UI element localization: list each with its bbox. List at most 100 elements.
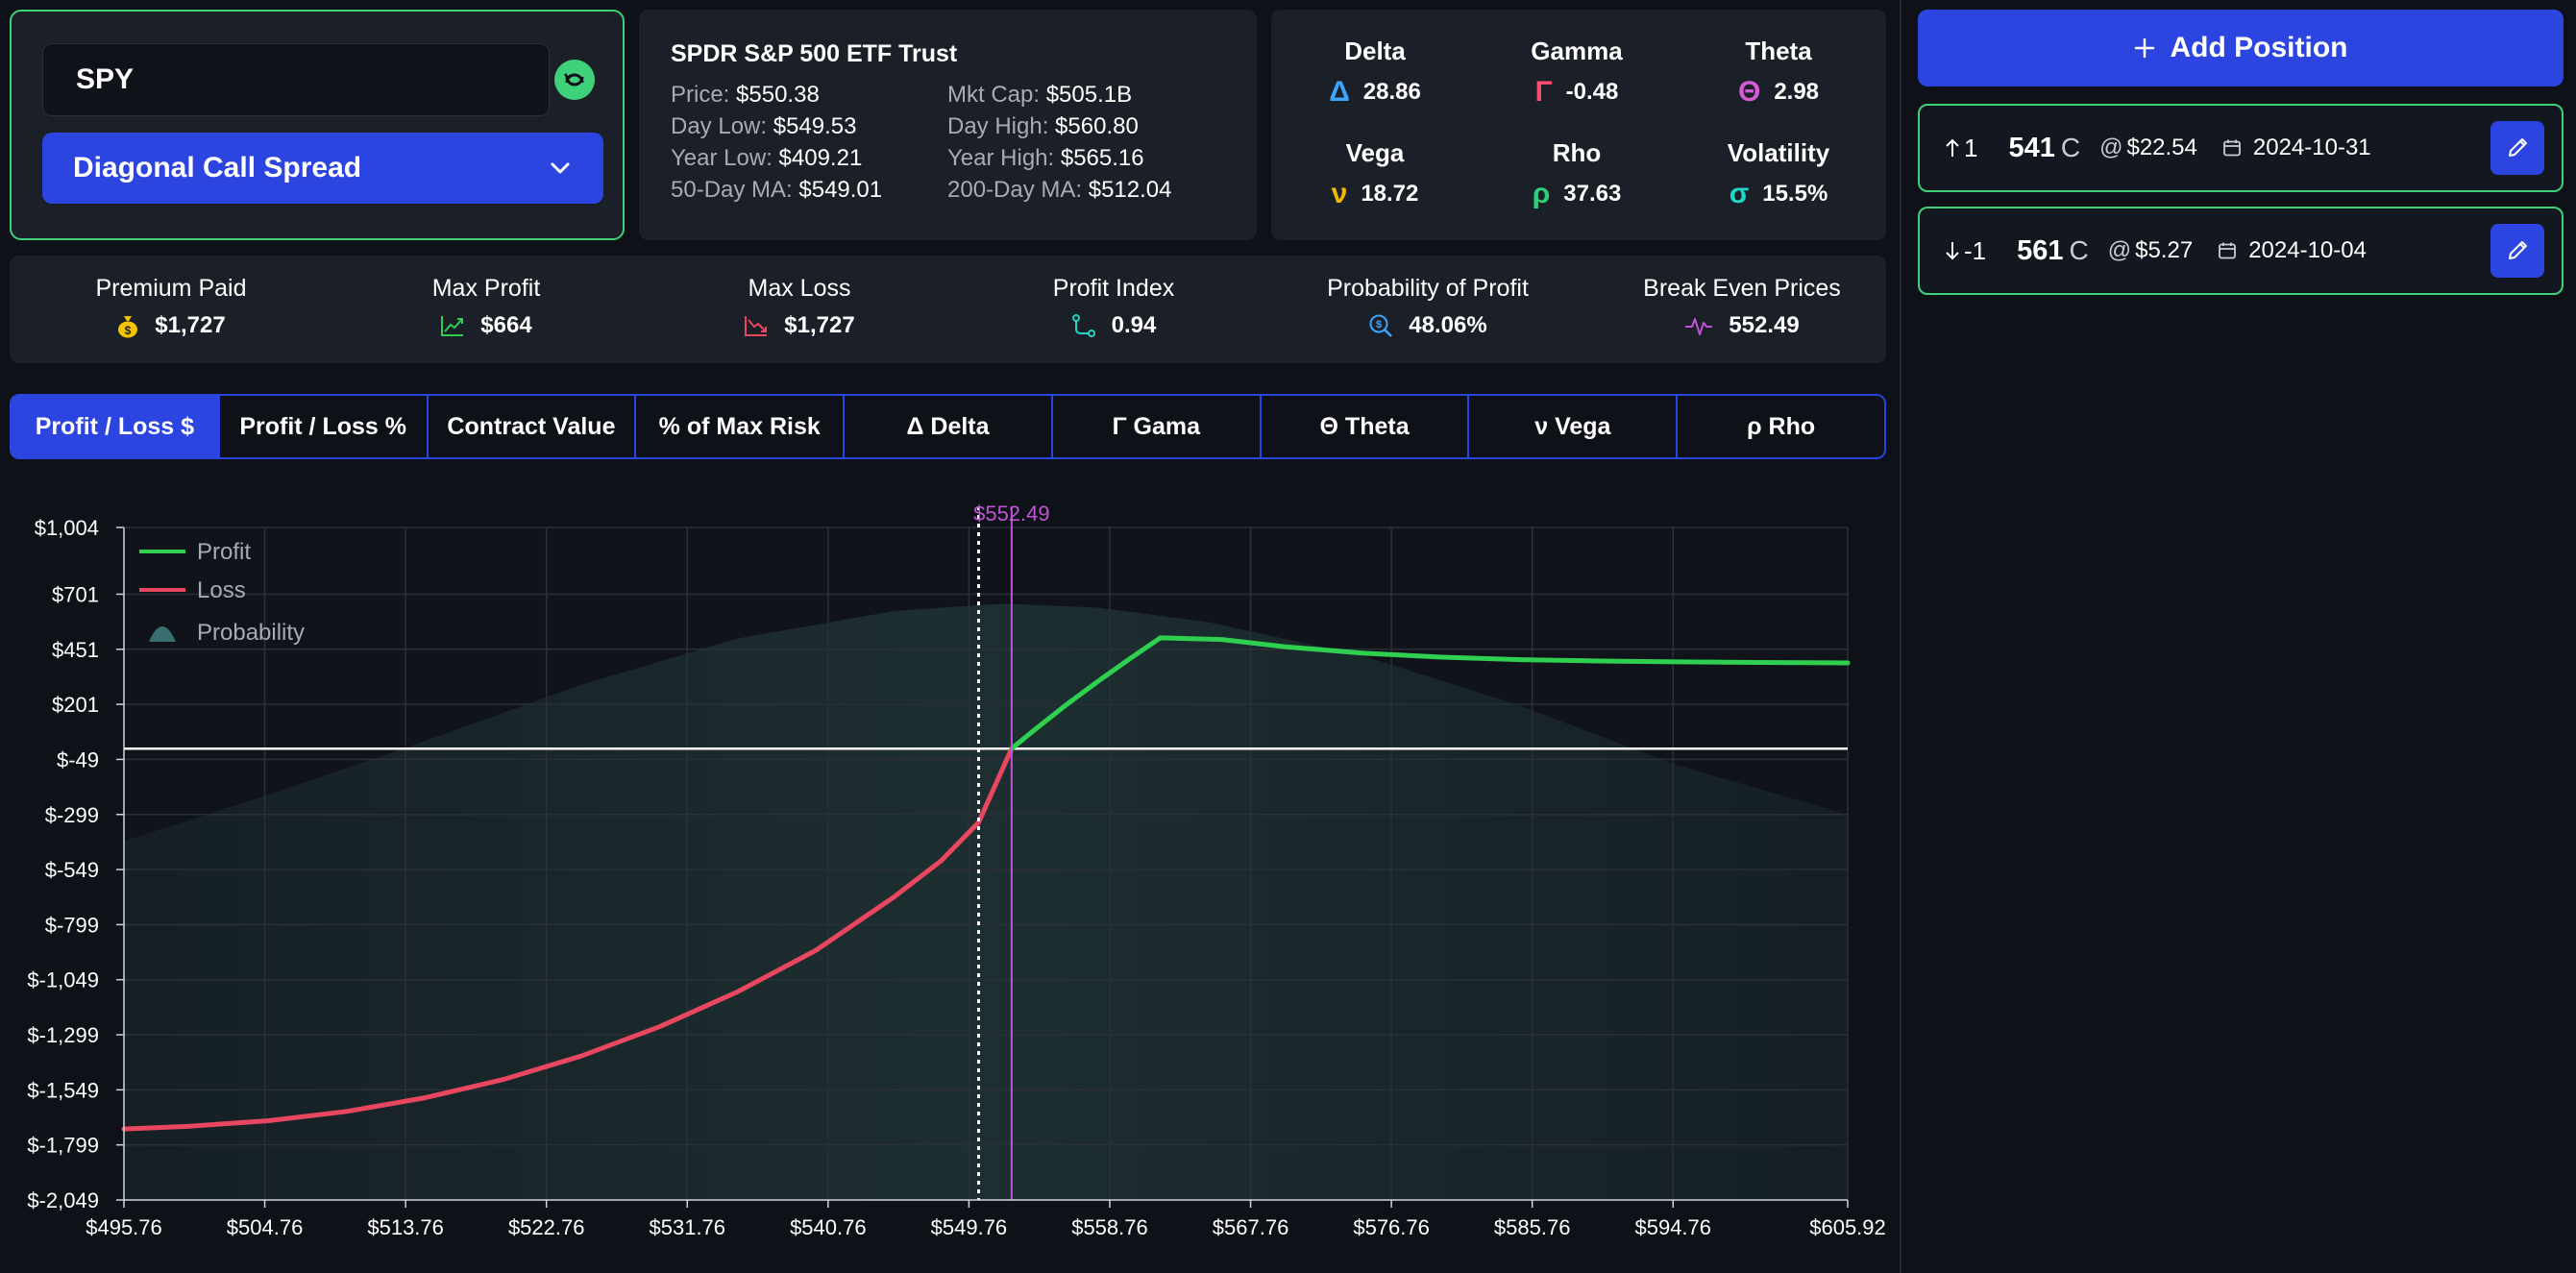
x-tick-label: $576.76 (1353, 1215, 1430, 1239)
position-price: @ $5.27 (2107, 237, 2194, 263)
stat-mkt-cap: Mkt Cap: $505.1B (947, 82, 1133, 108)
break-even-label: $552.49 (973, 502, 1050, 526)
position-qty: 1 (1945, 134, 1977, 163)
metric-max-loss: Max Loss $1,727 (641, 275, 958, 339)
panel-divider (1900, 0, 1901, 1273)
tab-contract-value[interactable]: Contract Value (428, 396, 637, 457)
metric-break-even-prices: Break Even Prices 552.49 (1643, 275, 1841, 338)
x-tick-label: $585.76 (1494, 1215, 1571, 1239)
position-row[interactable]: -1 561 C @ $5.27 2024-10-04 (1918, 207, 2564, 295)
svg-text:$: $ (125, 324, 132, 337)
legend-label: Probability (197, 620, 305, 646)
greek-rho: Rho ρ 37.63 (1532, 138, 1622, 209)
route-icon (1071, 314, 1095, 337)
refresh-button[interactable] (554, 60, 595, 100)
rho-icon: ρ (1532, 178, 1551, 209)
security-stats: Price: $550.38 Mkt Cap: $505.1B Day Low:… (671, 80, 1257, 205)
svg-text:$: $ (1376, 319, 1382, 330)
calendar-icon (2219, 242, 2237, 259)
y-tick-label: $-799 (45, 913, 99, 937)
x-tick-label: $522.76 (508, 1215, 585, 1239)
vega-icon: ν (1331, 178, 1348, 209)
chart-tabs: Profit / Loss $ Profit / Loss % Contract… (10, 394, 1886, 459)
position-strike: 561 (2017, 234, 2064, 266)
tab-rho[interactable]: ρ Rho (1678, 396, 1884, 457)
position-qty: -1 (1945, 236, 1986, 266)
position-strike: 541 (2008, 132, 2055, 163)
y-tick-label: $701 (52, 582, 99, 606)
add-position-label: Add Position (2170, 32, 2348, 63)
y-tick-label: $-49 (57, 747, 99, 771)
profit-loss-chart[interactable]: $552.49 $1,004 $701 $451 $201 $-49 $-299 $-549… (0, 480, 1900, 1273)
tab-delta[interactable]: Δ Delta (845, 396, 1053, 457)
x-tick-label: $558.76 (1071, 1215, 1148, 1239)
security-name: SPDR S&P 500 ETF Trust (671, 40, 958, 67)
x-tick-label: $513.76 (367, 1215, 444, 1239)
greek-volatility: Volatility σ 15.5% (1727, 138, 1830, 209)
y-tick-label: $-1,049 (27, 968, 99, 992)
greek-vega: Vega ν 18.72 (1331, 138, 1419, 209)
position-expiry: 2024-10-31 (2222, 135, 2371, 161)
refresh-icon (564, 73, 584, 86)
money-bag-icon: $ (118, 316, 138, 338)
x-tick-label: $549.76 (931, 1215, 1008, 1239)
y-tick-label: $-549 (45, 858, 99, 882)
security-info-card: SPDR S&P 500 ETF Trust Price: $550.38 Mk… (639, 10, 1257, 240)
trend-up-icon (441, 316, 464, 336)
y-tick-label: $1,004 (35, 516, 99, 540)
position-type: C (2060, 133, 2081, 162)
calendar-icon (2222, 139, 2241, 157)
tab-vega[interactable]: ν Vega (1469, 396, 1679, 457)
pulse-icon (1685, 318, 1713, 335)
strategy-select[interactable]: Diagonal Call Spread (42, 133, 603, 204)
stat-year-low: Year Low: $409.21 (671, 145, 863, 171)
position-type: C (2069, 235, 2089, 265)
metric-profit-index: Profit Index 0.94 (1052, 275, 1175, 338)
y-tick-label: $-299 (45, 803, 99, 827)
chevron-down-icon (551, 162, 570, 174)
legend-label: Loss (197, 577, 246, 603)
arrow-down-icon (1946, 242, 1959, 260)
pencil-icon (2509, 138, 2527, 157)
plus-icon (2134, 37, 2154, 59)
x-tick-label: $540.76 (790, 1215, 867, 1239)
position-row[interactable]: 1 541 C @ $22.54 2024-10-31 (1918, 104, 2564, 192)
ticker-input[interactable] (42, 43, 550, 116)
theta-icon: Θ (1737, 76, 1761, 108)
y-tick-label: $-2,049 (27, 1188, 99, 1212)
add-position-button[interactable]: Add Position (1918, 10, 2564, 86)
greek-theta: Theta Θ 2.98 (1737, 37, 1820, 108)
x-tick-label: $605.92 (1809, 1215, 1886, 1239)
tab-gamma[interactable]: Γ Gama (1052, 396, 1262, 457)
metrics-bar: Premium Paid $ $1,727 Max Profit $664 Ma… (10, 256, 1886, 363)
greek-delta: Delta Δ 28.86 (1329, 37, 1421, 108)
gamma-icon: Γ (1534, 76, 1553, 108)
y-tick-label: $201 (52, 693, 99, 717)
y-tick-label: $-1,549 (27, 1078, 99, 1102)
greeks-card: Delta Δ 28.86 Gamma Γ -0.48 Theta Θ 2.98 Ve… (1271, 10, 1886, 240)
stat-50-day-ma: 50-Day MA: $549.01 (671, 177, 883, 203)
position-expiry: 2024-10-04 (2218, 237, 2367, 264)
stat-year-high: Year High: $565.16 (947, 145, 1144, 171)
tab-percent-max-risk[interactable]: % of Max Risk (636, 396, 846, 457)
x-tick-label: $504.76 (227, 1215, 304, 1239)
x-tick-label: $594.76 (1634, 1215, 1711, 1239)
x-tick-label: $531.76 (650, 1215, 726, 1239)
metric-max-profit: Max Profit $664 (431, 275, 541, 338)
edit-position-button[interactable] (2490, 224, 2544, 278)
x-tick-label: $495.76 (86, 1215, 162, 1239)
position-price: @ $22.54 (2099, 135, 2197, 160)
edit-position-button[interactable] (2490, 121, 2544, 175)
strategy-label: Diagonal Call Spread (73, 152, 362, 184)
tab-profit-loss-percent[interactable]: Profit / Loss % (219, 396, 429, 457)
search-dollar-icon: $ (1369, 314, 1393, 337)
metric-premium-paid: Premium Paid $ $1,727 (95, 275, 247, 338)
ticker-card: Diagonal Call Spread (10, 10, 625, 240)
delta-icon: Δ (1329, 76, 1350, 108)
arrow-up-icon (1946, 138, 1959, 157)
y-tick-label: $451 (52, 638, 99, 662)
tab-theta[interactable]: Θ Theta (1261, 396, 1470, 457)
stat-day-low: Day Low: $549.53 (671, 113, 857, 139)
legend-label: Profit (197, 539, 251, 565)
tab-profit-loss-dollar[interactable]: Profit / Loss $ (12, 396, 220, 457)
